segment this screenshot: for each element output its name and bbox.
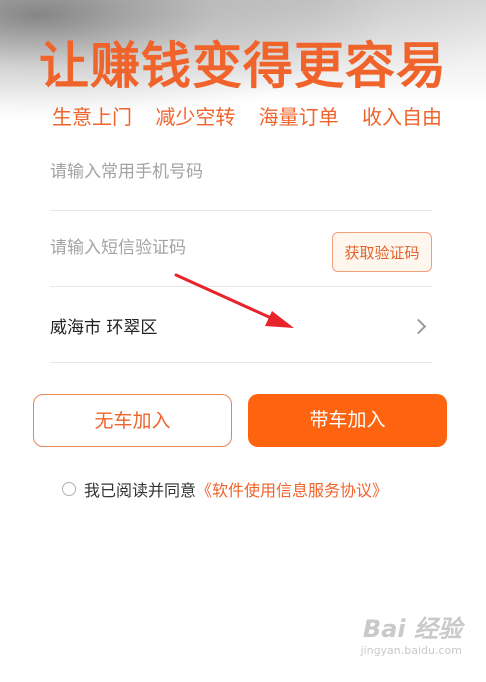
sms-code-placeholder: 请输入短信验证码 (50, 238, 186, 258)
phone-number-input[interactable]: 请输入常用手机号码 (50, 134, 432, 211)
slogan-item: 生意上门 (52, 105, 132, 129)
slogan-item: 海量订单 (258, 105, 339, 129)
get-code-button[interactable]: 获取验证码 (332, 232, 432, 272)
agreement-prefix: 我已阅读并同意 (84, 481, 197, 500)
sms-code-input[interactable]: 请输入短信验证码 获取验证码 (50, 210, 432, 287)
slogan-item: 减少空转 (155, 105, 236, 129)
join-with-car-button[interactable]: 带车加入 (248, 394, 447, 447)
slogan-item: 收入自由 (361, 105, 442, 129)
agreement-row: 我已阅读并同意 《软件使用信息服务协议》 (62, 476, 388, 502)
chevron-right-icon (410, 318, 427, 335)
page-title: 让赚钱变得更容易 (39, 37, 447, 95)
agreement-link[interactable]: 《软件使用信息服务协议》 (196, 477, 388, 501)
join-without-car-button[interactable]: 无车加入 (33, 394, 232, 447)
city-selector[interactable]: 威海市 环翠区 (50, 286, 432, 363)
watermark-brand: Bai 经验 (362, 615, 462, 643)
city-value: 威海市 环翠区 (50, 318, 158, 338)
watermark-url: jingyan.baidu.com (360, 644, 462, 657)
slogan-row: 生意上门 减少空转 海量订单 收入自由 (52, 100, 442, 134)
baidu-jingyan-watermark: Bai 经验 jingyan.baidu.com (360, 614, 462, 658)
agreement-radio[interactable] (62, 482, 76, 496)
phone-number-placeholder: 请输入常用手机号码 (50, 162, 203, 182)
